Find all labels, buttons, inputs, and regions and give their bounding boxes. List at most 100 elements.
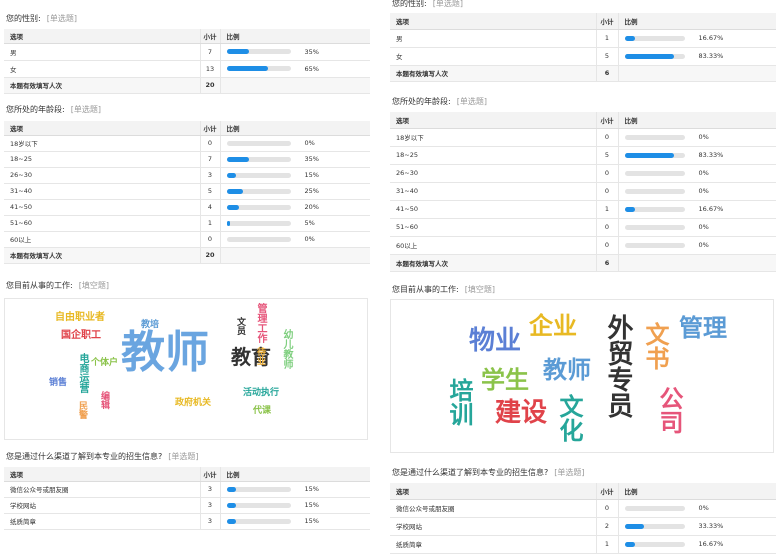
- cloud-word: 管理工作: [255, 303, 266, 343]
- age-table: 选项 小计 比例 18岁以下 0 0% 18~25 7 35% 26~30 3 15% 31…: [4, 121, 370, 264]
- progress-fill: [624, 53, 675, 59]
- cloud-word: 自由职业者: [55, 312, 105, 323]
- col-header-option: 选项: [4, 121, 200, 136]
- col-header-option: 选项: [390, 112, 596, 129]
- option-label: 男: [4, 43, 200, 61]
- table-row: 学校网站 3 15%: [4, 497, 370, 514]
- progress-fill: [624, 152, 675, 158]
- table-row: 女 13 65%: [4, 60, 370, 78]
- question-gender: 您的性别: [单选题]: [392, 0, 463, 9]
- total-label: 本题有效填写人次: [390, 254, 596, 272]
- col-header-count: 小计: [199, 467, 220, 482]
- question-title: 您的性别:: [6, 14, 41, 23]
- progress-fill: [226, 220, 230, 226]
- progress-bar: [624, 523, 685, 529]
- total-row: 本题有效填写人次 20: [4, 247, 370, 264]
- progress-bar: [624, 505, 685, 511]
- question-type: [单选题]: [554, 468, 585, 477]
- question-job: 您目前从事的工作: [填空题]: [392, 284, 495, 295]
- col-header-option: 选项: [390, 483, 596, 500]
- progress-fill: [226, 172, 237, 178]
- progress-fill: [624, 541, 635, 547]
- option-percent: 0%: [698, 223, 709, 231]
- total-count: 6: [595, 65, 618, 82]
- progress-bar: [226, 172, 291, 178]
- option-label: 女: [4, 60, 200, 78]
- question-age: 您所处的年龄段: [单选题]: [392, 96, 487, 107]
- option-percent: 33.33%: [698, 522, 724, 530]
- table-row: 60以上 0 0%: [4, 231, 370, 248]
- option-label: 31~40: [4, 183, 200, 200]
- question-age: 您所处的年龄段: [单选题]: [6, 104, 101, 115]
- cloud-word: 文员: [235, 317, 245, 335]
- cloud-word: 政府机关: [175, 398, 212, 408]
- cloud-word: 销售: [49, 378, 68, 388]
- word-cloud: 物业 企业 外贸专员 文书 管理 学生 教师 培训 建设 文化 公司: [390, 299, 774, 453]
- progress-bar: [226, 66, 291, 71]
- col-header-ratio: 比例: [219, 121, 370, 136]
- cloud-word: 公司: [655, 386, 683, 434]
- option-percent: 16.67%: [698, 34, 724, 42]
- total-row: 本题有效填写人次 6: [390, 65, 776, 82]
- option-label: 51~60: [4, 215, 200, 232]
- option-label: 26~30: [4, 167, 200, 184]
- table-row: 男 7 35%: [4, 43, 370, 61]
- progress-bar: [624, 53, 685, 59]
- option-label: 男: [390, 29, 596, 48]
- option-percent: 15%: [304, 501, 319, 509]
- option-percent: 15%: [304, 485, 319, 493]
- progress-bar: [624, 134, 685, 140]
- option-count: 1: [595, 200, 618, 219]
- option-count: 0: [595, 218, 618, 237]
- question-gender: 您的性别: [单选题]: [6, 13, 77, 24]
- option-label: 女: [390, 47, 596, 66]
- table-row: 纸质简章 3 15%: [4, 513, 370, 530]
- question-title: 您是通过什么渠道了解到本专业的招生信息?: [392, 468, 549, 477]
- col-header-ratio: 比例: [617, 112, 776, 129]
- option-count: 5: [595, 146, 618, 165]
- cloud-word: 民警: [77, 401, 87, 419]
- progress-fill: [226, 156, 249, 162]
- option-percent: 16.67%: [698, 540, 724, 548]
- col-header-option: 选项: [390, 13, 596, 30]
- progress-bar: [226, 188, 291, 194]
- total-label: 本题有效填写人次: [390, 65, 596, 82]
- option-count: 1: [199, 215, 220, 232]
- table-row: 31~40 5 25%: [4, 183, 370, 200]
- progress-bar: [226, 220, 291, 226]
- option-label: 18岁以下: [390, 128, 596, 147]
- option-label: 51~60: [390, 218, 596, 237]
- col-header-count: 小计: [199, 29, 220, 44]
- cloud-word: 企业: [529, 312, 577, 340]
- cloud-word: 管理: [679, 314, 727, 342]
- option-label: 60以上: [4, 231, 200, 248]
- progress-bar: [226, 502, 291, 508]
- option-label: 微信公众号或朋友圈: [390, 499, 596, 518]
- option-count: 0: [595, 128, 618, 147]
- cloud-word: 文书: [641, 322, 669, 370]
- col-header-count: 小计: [595, 112, 618, 129]
- question-title: 您的性别:: [392, 0, 427, 8]
- progress-bar: [226, 518, 291, 524]
- option-count: 0: [595, 236, 618, 255]
- question-type: [单选题]: [70, 105, 101, 114]
- option-percent: 0%: [698, 504, 709, 512]
- question-title: 您是通过什么渠道了解到本专业的招生信息?: [6, 452, 163, 461]
- option-count: 0: [595, 499, 618, 518]
- question-channel: 您是通过什么渠道了解到本专业的招生信息? [单选题]: [6, 451, 199, 462]
- table-row: 18~25 5 83.33%: [390, 146, 776, 165]
- option-count: 7: [199, 151, 220, 168]
- total-row: 本题有效填写人次 6: [390, 254, 776, 272]
- progress-fill: [226, 486, 237, 492]
- cloud-word: 学生: [481, 366, 529, 394]
- progress-fill: [226, 204, 240, 210]
- question-type: [单选题]: [168, 452, 199, 461]
- option-label: 18~25: [390, 146, 596, 165]
- total-row: 本题有效填写人次 20: [4, 77, 370, 94]
- col-header-option: 选项: [4, 467, 200, 482]
- option-percent: 83.33%: [698, 151, 724, 159]
- option-percent: 0%: [698, 133, 709, 141]
- question-type: [单选题]: [432, 0, 463, 8]
- progress-fill: [624, 35, 635, 41]
- total-label: 本题有效填写人次: [4, 77, 200, 94]
